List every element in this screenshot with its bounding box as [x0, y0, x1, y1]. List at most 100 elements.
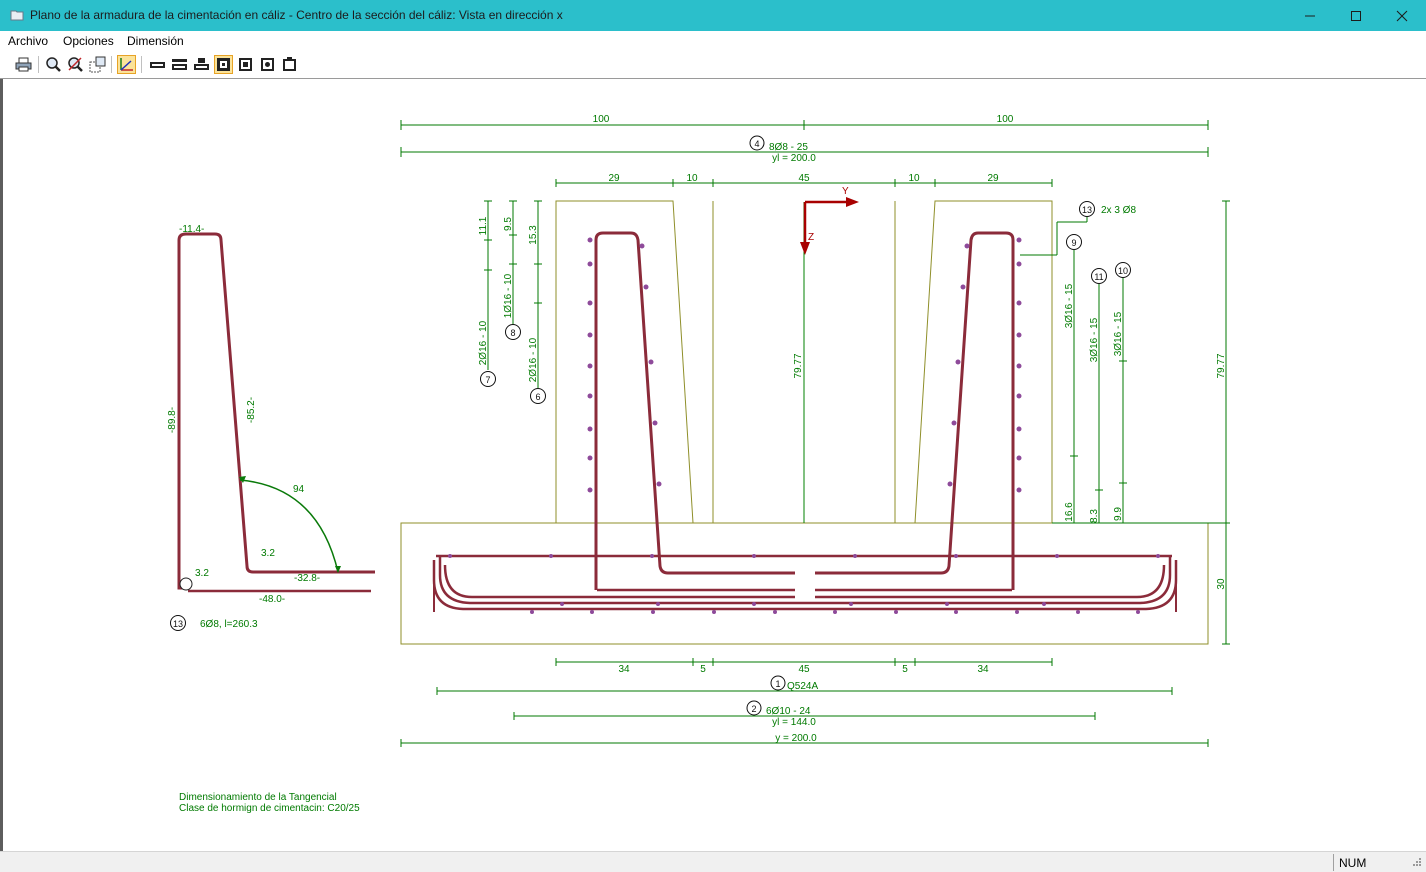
zoom-all-icon	[68, 57, 83, 72]
axis-z-label: Z	[808, 232, 814, 243]
window-title: Plano de la armadura de la cimentación e…	[30, 8, 563, 22]
axes-button[interactable]	[117, 55, 136, 74]
view-section-2-icon	[172, 59, 187, 70]
bar-mark-7: 7	[485, 375, 490, 385]
view-section-4-icon	[217, 58, 230, 71]
axis-y-label: Y	[842, 186, 849, 197]
view-section-4-button[interactable]	[214, 55, 233, 74]
view-section-3-icon	[194, 58, 209, 70]
zoom-all-button[interactable]	[66, 55, 85, 74]
bar-mark-8: 8	[510, 328, 515, 338]
bar-shape-13: -11.4- -89.8- -85.2- 94 3.2 3.2 -32.8- -…	[167, 224, 375, 631]
dim-height-right: 79.77	[1216, 353, 1227, 378]
print-button[interactable]	[14, 55, 33, 74]
bar-mark-13: 13	[173, 619, 183, 629]
bar-2-label: 6Ø10 - 24	[766, 706, 811, 717]
bar-description: 6Ø8, l=260.3	[200, 619, 258, 630]
dim-100-right: 100	[997, 114, 1014, 125]
print-icon	[15, 57, 32, 72]
bar-7-label: 2Ø16 - 10	[478, 320, 489, 365]
foundation-section: Y Z 79.77	[400, 186, 1209, 645]
bar-mark-13-right: 13	[1082, 205, 1092, 215]
view-section-6-button[interactable]	[258, 55, 277, 74]
dim-16-6: 16.6	[1064, 502, 1075, 522]
dim-foot: -32.8-	[294, 573, 320, 584]
minimize-icon	[1305, 15, 1315, 16]
bar-mark-10: 10	[1118, 266, 1128, 276]
maximize-button[interactable]	[1333, 0, 1379, 31]
dim-45-bottom: 45	[798, 664, 810, 675]
dim-bottom: -48.0-	[259, 594, 285, 605]
num-lock-indicator: NUM	[1339, 856, 1367, 870]
bar-4-yl: yl = 200.0	[772, 153, 816, 164]
view-section-7-icon	[283, 57, 296, 71]
dim-9-5: 9.5	[503, 217, 514, 231]
dim-hook: 3.2	[195, 568, 209, 579]
total-width: y = 200.0	[775, 733, 817, 744]
minimize-button[interactable]	[1287, 0, 1333, 31]
bar-6-label: 2Ø16 - 10	[528, 337, 539, 382]
title-bar: Plano de la armadura de la cimentación e…	[0, 0, 1426, 31]
menu-bar: Archivo Opciones Dimensión	[0, 31, 1426, 51]
dim-29-right: 29	[987, 173, 999, 184]
note-concrete-class: Clase de hormign de cimentacin: C20/25	[179, 803, 360, 814]
bar-2-yl: yl = 144.0	[772, 717, 816, 728]
maximize-icon	[1351, 10, 1361, 21]
bar-mark-6: 6	[535, 392, 540, 402]
bottom-dimension-labels: 34 5 45 5 34 1 Q524A 2 6Ø10 - 24 yl = 14…	[618, 664, 989, 744]
dim-top: -11.4-	[179, 224, 204, 235]
dim-29-left: 29	[608, 173, 620, 184]
bar-mark-9: 9	[1071, 238, 1076, 248]
bar-mark-2: 2	[751, 704, 756, 714]
folder-icon	[10, 10, 24, 21]
close-button[interactable]	[1379, 0, 1425, 31]
bar-13-label: 2x 3 Ø8	[1101, 205, 1136, 216]
menu-archivo[interactable]: Archivo	[8, 34, 48, 48]
dim-34-right: 34	[977, 664, 989, 675]
view-section-5-icon	[239, 58, 252, 71]
bar-mark-11: 11	[1094, 272, 1103, 282]
menu-opciones[interactable]: Opciones	[63, 34, 114, 48]
bar-mark-4: 4	[754, 139, 759, 149]
zoom-window-button[interactable]	[88, 55, 107, 74]
view-section-1-icon	[150, 62, 165, 68]
center-height: 79.77	[793, 353, 804, 378]
toolbar	[0, 51, 1426, 79]
axes-icon	[120, 58, 133, 71]
dim-9-9: 9.9	[1113, 507, 1124, 521]
bar-9-label: 3Ø16 - 15	[1064, 283, 1075, 328]
right-side-labels: 13 2x 3 Ø8 9 11 10 3Ø16 - 15 3Ø16 - 15 3…	[1064, 201, 1227, 590]
menu-dimension[interactable]: Dimensión	[127, 34, 184, 48]
drawing-canvas[interactable]: -11.4- -89.8- -85.2- 9 4 3.2 3.2 -32.8- -…	[0, 79, 1426, 851]
toolbar-separator	[38, 56, 39, 73]
dim-inner: 3.2	[261, 548, 275, 559]
view-section-3-button[interactable]	[192, 55, 211, 74]
dim-11-1: 11.1	[478, 216, 489, 235]
dim-10-left: 10	[686, 173, 698, 184]
view-section-6-icon	[261, 58, 274, 71]
view-section-5-button[interactable]	[236, 55, 255, 74]
bar-4-label: 8Ø8 - 25	[769, 142, 808, 153]
dim-100-left: 100	[593, 114, 610, 125]
status-divider	[1333, 854, 1334, 871]
dim-slab-30: 30	[1216, 578, 1227, 590]
toolbar-separator	[111, 56, 112, 73]
view-section-7-button[interactable]	[280, 55, 299, 74]
dim-inclined: -85.2-	[246, 397, 257, 423]
dim-5-left: 5	[700, 664, 706, 675]
dim-45-top: 45	[798, 173, 810, 184]
reinforcement-drawing: -11.4- -89.8- -85.2- 9 4 3.2 3.2 -32.8- -…	[167, 114, 1230, 814]
dim-left-leg: -89.8-	[167, 407, 178, 433]
dim-34-left: 34	[618, 664, 630, 675]
bar-11-label: 3Ø16 - 15	[1089, 317, 1100, 362]
view-section-1-button[interactable]	[148, 55, 167, 74]
bar-mark-1: 1	[775, 679, 780, 689]
resize-grip-icon[interactable]	[1410, 857, 1422, 869]
bar-10-label: 3Ø16 - 15	[1113, 311, 1124, 356]
view-section-2-button[interactable]	[170, 55, 189, 74]
zoom-button[interactable]	[44, 55, 63, 74]
bar-1-label: Q524A	[787, 681, 818, 692]
zoom-window-icon	[89, 56, 106, 73]
close-icon	[1396, 10, 1408, 21]
dim-10-right: 10	[908, 173, 920, 184]
